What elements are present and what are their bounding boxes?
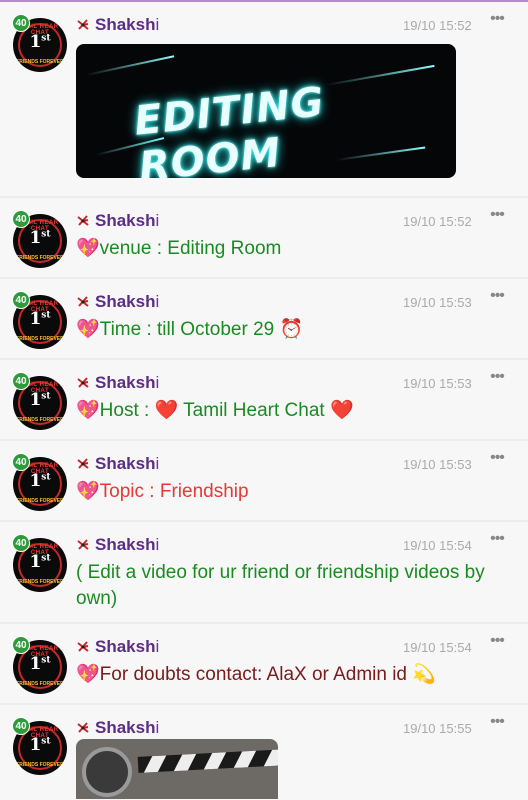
star-badge-icon [77,296,89,307]
message-text: 💖Topic : Friendship [76,481,249,502]
timestamp: 19/10 15:52 [403,214,472,229]
star-badge-icon [77,377,89,388]
sender-name[interactable]: Shakshi [95,454,159,474]
level-badge: 40 [12,291,30,309]
more-dots-icon[interactable]: ••• [490,450,505,467]
star-badge-icon [77,215,89,226]
message-text: 💖For doubts contact: AlaX or Admin id 💫 [76,664,436,685]
more-dots-icon[interactable]: ••• [490,207,505,224]
star-badge-icon [77,458,89,469]
timestamp: 19/10 15:53 [403,295,472,310]
message-text: 💖Host : ❤️ Tamil Heart Chat ❤️ [76,400,354,421]
more-dots-icon[interactable]: ••• [490,369,505,386]
level-badge: 40 [12,14,30,32]
star-badge-icon [77,19,89,30]
sender-name[interactable]: Shakshi [95,211,159,231]
star-badge-icon [77,641,89,652]
sender-name[interactable]: Shakshi [95,15,159,35]
message-item[interactable]: 40 TAMIL HEART CHAT 1st FRIENDS FOREVER … [0,705,528,800]
timestamp: 19/10 15:55 [403,721,472,736]
timestamp: 19/10 15:53 [403,376,472,391]
message-text: 💖Time : till October 29 ⏰ [76,319,304,340]
message-item[interactable]: 40 TAMIL HEART CHAT 1st FRIENDS FOREVER … [0,198,528,277]
sender-name[interactable]: Shakshi [95,535,159,555]
timestamp: 19/10 15:54 [403,640,472,655]
message-item[interactable]: 40 TAMIL HEART CHAT 1st FRIENDS FOREVER … [0,441,528,520]
clapperboard-image[interactable] [76,739,278,799]
level-badge: 40 [12,717,30,735]
sender-name[interactable]: Shakshi [95,718,159,738]
more-dots-icon[interactable]: ••• [490,714,505,731]
level-badge: 40 [12,534,30,552]
star-badge-icon [77,539,89,550]
message-item[interactable]: 40 TAMIL HEART CHAT 1st FRIENDS FOREVER … [0,279,528,358]
message-item[interactable]: 40 TAMIL HEART CHAT 1st FRIENDS FOREVER … [0,624,528,703]
heart-icon: ❤️ [329,400,354,421]
more-dots-icon[interactable]: ••• [490,633,505,650]
message-text: 💖venue : Editing Room [76,238,282,259]
timestamp: 19/10 15:53 [403,457,472,472]
message-item[interactable]: 40 TAMIL HEART CHAT 1st FRIENDS FOREVER … [0,360,528,439]
message-item[interactable]: 40 TAMIL HEART CHAT 1st FRIENDS FOREVER … [0,2,528,196]
timestamp: 19/10 15:54 [403,538,472,553]
level-badge: 40 [12,372,30,390]
level-badge: 40 [12,453,30,471]
more-dots-icon[interactable]: ••• [490,288,505,305]
level-badge: 40 [12,210,30,228]
message-text: ( Edit a video for ur friend or friendsh… [76,562,485,609]
editing-room-image[interactable]: EDITING ROOM [76,44,456,178]
sender-name[interactable]: Shakshi [95,292,159,312]
timestamp: 19/10 15:52 [403,18,472,33]
message-item[interactable]: 40 TAMIL HEART CHAT 1st FRIENDS FOREVER … [0,522,528,622]
heart-icon: ❤️ [154,400,179,421]
level-badge: 40 [12,636,30,654]
more-dots-icon[interactable]: ••• [490,11,505,28]
image-title: EDITING ROOM [132,79,327,178]
star-badge-icon [77,722,89,733]
sender-name[interactable]: Shakshi [95,373,159,393]
more-dots-icon[interactable]: ••• [490,531,505,548]
sender-name[interactable]: Shakshi [95,637,159,657]
